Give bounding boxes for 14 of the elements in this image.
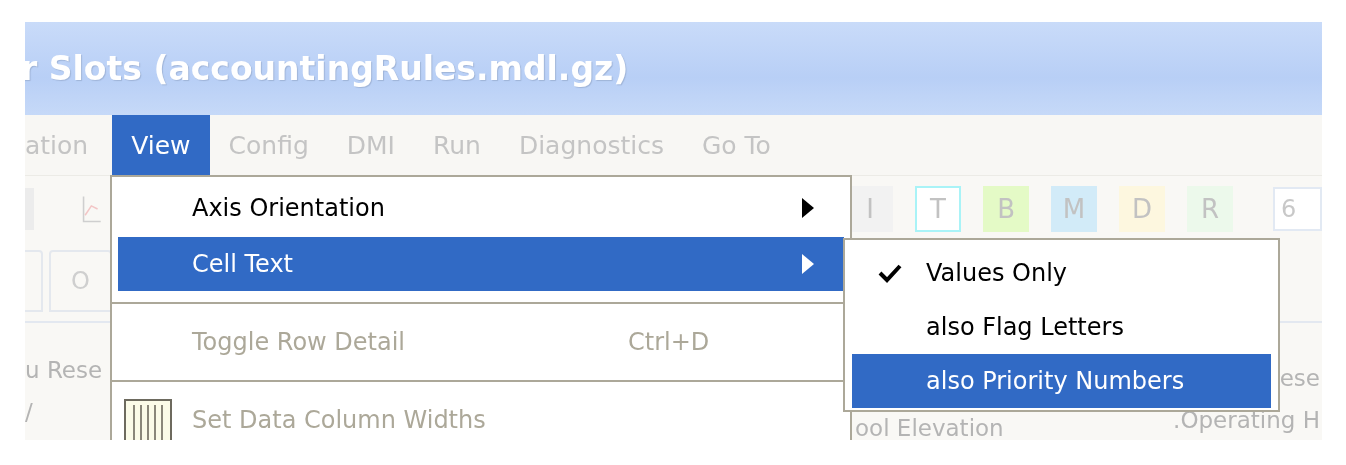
- column-header: ool Elevation: [855, 415, 1004, 440]
- menu-item[interactable]: Cell Text: [118, 237, 844, 291]
- menu-item[interactable]: Axis Orientation: [118, 181, 844, 235]
- flag-toggle[interactable]: D: [1119, 185, 1166, 232]
- flag-toggle[interactable]: T: [915, 185, 962, 232]
- column-header: /: [25, 399, 33, 425]
- menu-item[interactable]: also Priority Numbers: [852, 354, 1271, 408]
- column-header: ese: [1279, 365, 1320, 391]
- column-header: .Operating H: [1173, 407, 1320, 433]
- menu-item[interactable]: also Flag Letters: [852, 300, 1271, 354]
- menu-bar-item[interactable]: View: [112, 115, 210, 175]
- column-header: u Rese: [25, 357, 103, 383]
- flag-toggle[interactable]: B: [983, 185, 1030, 232]
- menu-item[interactable]: Values Only: [852, 246, 1271, 300]
